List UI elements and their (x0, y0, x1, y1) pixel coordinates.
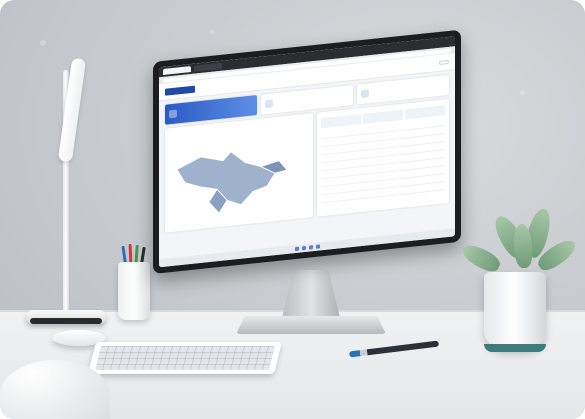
taskbar-app-icon[interactable] (315, 244, 320, 249)
monitor-stand-base (236, 316, 386, 334)
monitor-screen (159, 36, 455, 268)
pen-cup (118, 262, 150, 320)
keyboard-keys (95, 346, 275, 370)
taskbar-app-icon[interactable] (301, 245, 306, 251)
app-logo (165, 85, 195, 96)
taskbar-app-icon[interactable] (308, 245, 313, 250)
monitor-stand-neck (282, 270, 340, 318)
summary-box (405, 105, 445, 120)
photo-scene (0, 0, 585, 419)
desk-lamp-base-pad (30, 318, 102, 324)
map-panel (165, 113, 314, 233)
plant-pot-band (484, 344, 546, 352)
wall-texture (210, 30, 214, 34)
header-button[interactable] (439, 59, 449, 65)
os-taskbar (159, 228, 455, 268)
plant-pot (484, 272, 546, 350)
monitor (153, 29, 461, 274)
wall-texture (40, 40, 46, 46)
card-icon (265, 99, 273, 109)
summary-box (363, 109, 404, 124)
card-icon (361, 89, 369, 99)
plant-leaf (459, 240, 503, 276)
summary-box (321, 114, 362, 129)
start-icon[interactable] (294, 246, 299, 252)
wall-texture (520, 90, 525, 95)
list-panel (317, 98, 449, 217)
region-map[interactable] (171, 127, 291, 230)
card-icon (169, 109, 177, 119)
keyboard (88, 342, 282, 374)
